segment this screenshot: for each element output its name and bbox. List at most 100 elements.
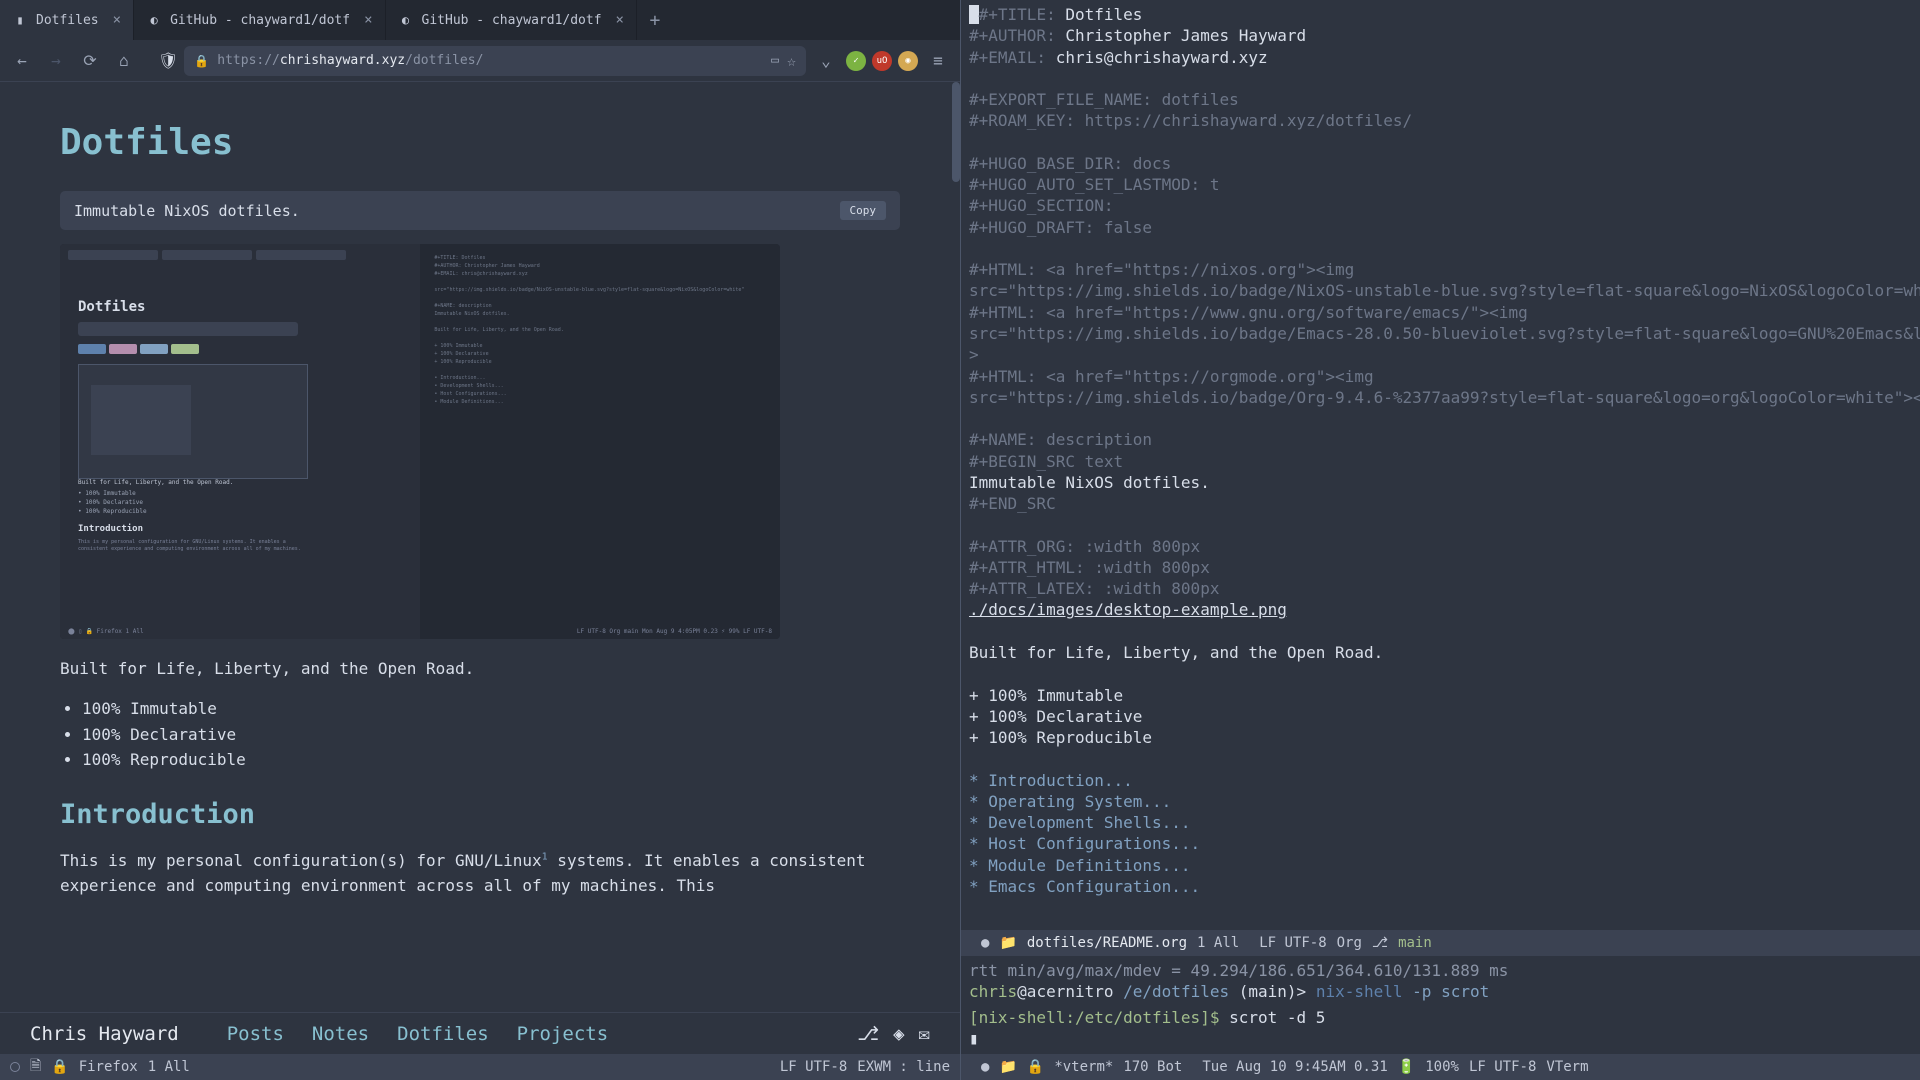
position: 170 Bot bbox=[1123, 1059, 1182, 1075]
modeline-vterm: ● 📁 🔒 *vterm* 170 Bot Tue Aug 10 9:45AM … bbox=[961, 1054, 1920, 1080]
browser-tab-strip: ▮ Dotfiles × ◐ GitHub - chayward1/dotf ×… bbox=[0, 0, 960, 40]
org-meta: #+BEGIN_SRC text bbox=[969, 452, 1123, 471]
file-icon: 🗎 bbox=[30, 1055, 41, 1079]
page-title: Dotfiles bbox=[60, 122, 900, 163]
modified-icon bbox=[10, 1062, 20, 1072]
nav-posts[interactable]: Posts bbox=[227, 1023, 284, 1045]
org-text: Built for Life, Liberty, and the Open Ro… bbox=[969, 643, 1383, 662]
copy-button[interactable]: Copy bbox=[840, 201, 887, 220]
position: 1 All bbox=[148, 1059, 190, 1075]
org-text: + 100% Declarative bbox=[969, 707, 1142, 726]
page-content[interactable]: Dotfiles Immutable NixOS dotfiles. Copy … bbox=[0, 82, 960, 1012]
encoding: LF UTF-8 bbox=[1469, 1059, 1536, 1075]
battery-icon: 🔋 bbox=[1398, 1059, 1415, 1075]
scrollbar[interactable] bbox=[952, 82, 960, 182]
home-button[interactable]: ⌂ bbox=[110, 47, 138, 75]
cursor bbox=[969, 5, 979, 24]
circle-icon: ● bbox=[981, 1059, 989, 1075]
org-heading[interactable]: * Module Definitions... bbox=[969, 856, 1191, 875]
vterm-line: rtt min/avg/max/mdev = 49.294/186.651/36… bbox=[969, 961, 1508, 980]
ublock-icon[interactable]: uO bbox=[872, 51, 892, 71]
address-bar[interactable]: 🔒 https://chrishayward.xyz/dotfiles/ ▭ ☆ bbox=[184, 46, 806, 76]
tab-github-2[interactable]: ◐ GitHub - chayward1/dotf × bbox=[386, 0, 637, 40]
shield-icon[interactable]: 🛡 bbox=[158, 51, 178, 70]
branch-icon: ⎇ bbox=[1372, 935, 1388, 951]
intro-paragraph: This is my personal configuration(s) for… bbox=[60, 848, 900, 899]
close-icon[interactable]: × bbox=[364, 12, 372, 28]
position: 1 All bbox=[1197, 935, 1239, 951]
cursor: ▮ bbox=[969, 1029, 979, 1048]
org-meta: #+ATTR_HTML: :width 800px bbox=[969, 558, 1210, 577]
clock: Tue Aug 10 9:45AM 0.31 bbox=[1202, 1059, 1387, 1075]
desktop-screenshot-image: Dotfiles Built for Life, Liberty, and th… bbox=[60, 244, 780, 639]
modeline-org: ● 📁 dotfiles/README.org 1 All LF UTF-8 O… bbox=[961, 930, 1920, 956]
github-icon[interactable]: ⎇ bbox=[857, 1023, 879, 1045]
pocket-icon[interactable]: ⌄ bbox=[812, 47, 840, 75]
modeline-left: 🗎 🔒 Firefox 1 All LF UTF-8 EXWM : line bbox=[0, 1054, 960, 1080]
lock-icon: 🔒 bbox=[1027, 1059, 1044, 1075]
org-meta: #+EXPORT_FILE_NAME: dotfiles bbox=[969, 90, 1239, 109]
org-meta: src="https://img.shields.io/badge/Org-9.… bbox=[969, 388, 1920, 407]
org-link[interactable]: ./docs/images/desktop-example.png bbox=[969, 600, 1287, 619]
file-path: dotfiles/README.org bbox=[1027, 935, 1187, 951]
menu-icon[interactable]: ≡ bbox=[924, 47, 952, 75]
org-text: chris@chrishayward.xyz bbox=[1056, 48, 1268, 67]
section-heading: Introduction bbox=[60, 799, 900, 830]
close-icon[interactable]: × bbox=[616, 12, 624, 28]
org-source-buffer[interactable]: #+TITLE: Dotfiles#+AUTHOR: Christopher J… bbox=[961, 0, 1920, 930]
back-button[interactable]: ← bbox=[8, 47, 36, 75]
brand-name[interactable]: Chris Hayward bbox=[30, 1023, 179, 1045]
reader-icon[interactable]: ▭ bbox=[771, 53, 779, 68]
org-meta: #+HUGO_SECTION: bbox=[969, 196, 1114, 215]
org-heading[interactable]: * Introduction... bbox=[969, 771, 1133, 790]
buffer-name: *vterm* bbox=[1054, 1059, 1113, 1075]
org-meta: src="https://img.shields.io/badge/Emacs-… bbox=[969, 324, 1920, 343]
org-meta: #+ATTR_ORG: :width 800px bbox=[969, 537, 1200, 556]
org-meta: #+HTML: <a href="https://nixos.org"><img bbox=[969, 260, 1354, 279]
url-text: https://chrishayward.xyz/dotfiles/ bbox=[217, 53, 763, 68]
nav-notes[interactable]: Notes bbox=[312, 1023, 369, 1045]
org-text: Dotfiles bbox=[1065, 5, 1142, 24]
lock-icon: 🔒 bbox=[51, 1059, 68, 1075]
org-meta: #+HTML: <a href="https://orgmode.org"><i… bbox=[969, 367, 1374, 386]
favicon-icon: ▮ bbox=[12, 12, 28, 28]
new-tab-button[interactable]: + bbox=[637, 0, 673, 40]
code-block: Immutable NixOS dotfiles. Copy bbox=[60, 191, 900, 230]
extension-icon[interactable]: ◉ bbox=[898, 51, 918, 71]
tab-github-1[interactable]: ◐ GitHub - chayward1/dotf × bbox=[134, 0, 385, 40]
bookmark-icon[interactable]: ☆ bbox=[787, 52, 796, 70]
org-heading[interactable]: * Operating System... bbox=[969, 792, 1171, 811]
tagline: Built for Life, Liberty, and the Open Ro… bbox=[60, 659, 900, 678]
org-meta: #+ROAM_KEY: https://chrishayward.xyz/dot… bbox=[969, 111, 1412, 130]
lock-icon: 🔒 bbox=[194, 54, 209, 68]
github-icon: ◐ bbox=[398, 12, 414, 28]
gitlab-icon[interactable]: ◈ bbox=[893, 1023, 904, 1045]
close-icon[interactable]: × bbox=[113, 12, 121, 28]
list-item: 100% Declarative bbox=[82, 722, 900, 748]
folder-icon: 📁 bbox=[999, 935, 1016, 951]
reload-button[interactable]: ⟳ bbox=[76, 47, 104, 75]
nav-dotfiles[interactable]: Dotfiles bbox=[397, 1023, 489, 1045]
code-text: Immutable NixOS dotfiles. bbox=[74, 202, 300, 220]
org-meta: #+NAME: description bbox=[969, 430, 1152, 449]
nav-projects[interactable]: Projects bbox=[517, 1023, 609, 1045]
encoding: LF UTF-8 bbox=[780, 1059, 847, 1075]
list-item: 100% Immutable bbox=[82, 696, 900, 722]
circle-icon: ● bbox=[981, 935, 989, 951]
org-text: + 100% Reproducible bbox=[969, 728, 1152, 747]
site-footer-nav: Chris Hayward Posts Notes Dotfiles Proje… bbox=[0, 1012, 960, 1054]
org-heading[interactable]: * Emacs Configuration... bbox=[969, 877, 1200, 896]
mode: VTerm bbox=[1546, 1059, 1588, 1075]
org-meta: #+AUTHOR: bbox=[969, 26, 1065, 45]
org-heading[interactable]: * Development Shells... bbox=[969, 813, 1191, 832]
list-item: 100% Reproducible bbox=[82, 747, 900, 773]
email-icon[interactable]: ✉ bbox=[919, 1023, 930, 1045]
org-meta: #+EMAIL: bbox=[969, 48, 1056, 67]
org-heading[interactable]: * Host Configurations... bbox=[969, 834, 1200, 853]
forward-button[interactable]: → bbox=[42, 47, 70, 75]
vterm-buffer[interactable]: rtt min/avg/max/mdev = 49.294/186.651/36… bbox=[961, 956, 1920, 1054]
extension-icon[interactable]: ✓ bbox=[846, 51, 866, 71]
org-text: Immutable NixOS dotfiles. bbox=[969, 473, 1210, 492]
folder-icon: 📁 bbox=[999, 1059, 1016, 1075]
tab-dotfiles[interactable]: ▮ Dotfiles × bbox=[0, 0, 134, 40]
